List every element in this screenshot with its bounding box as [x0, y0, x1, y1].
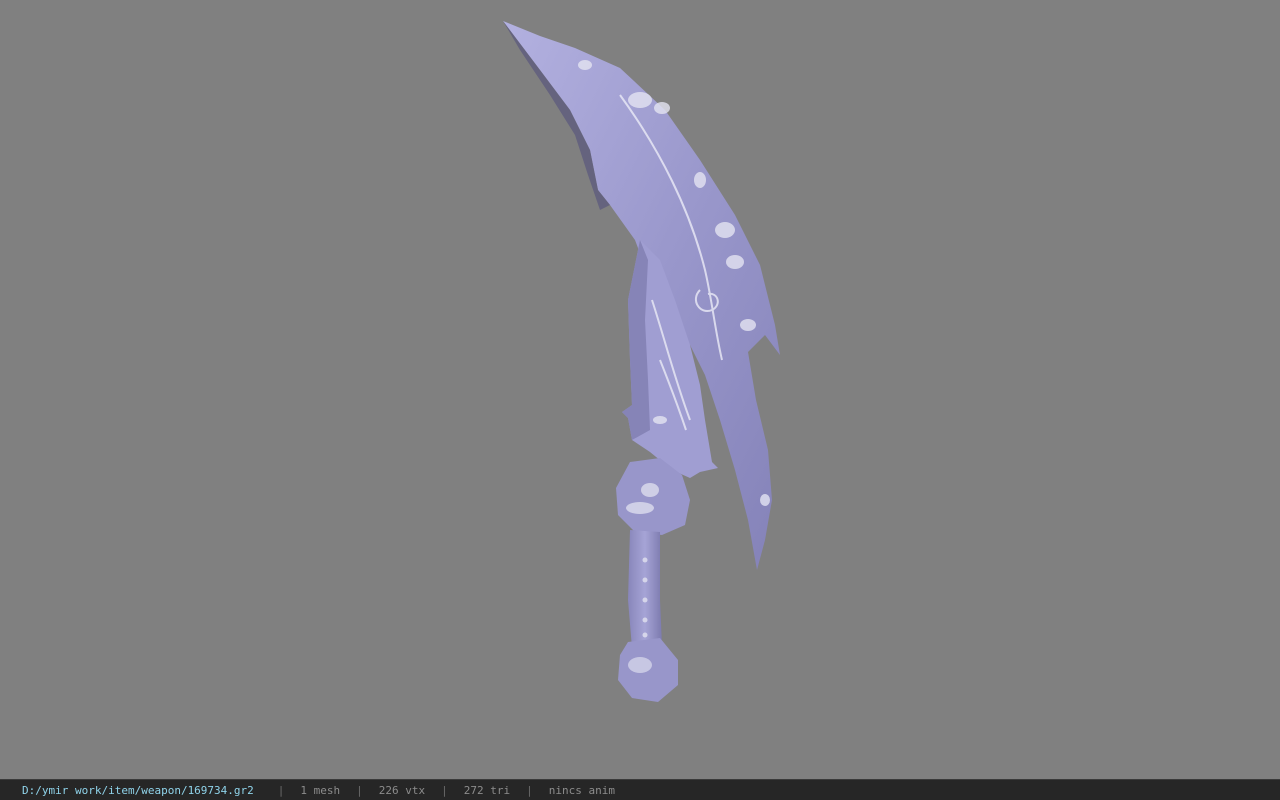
status-animation: nincs anim — [548, 783, 615, 797]
status-vertex-count: 226 vtx — [378, 783, 426, 797]
3d-viewport[interactable] — [0, 0, 1280, 779]
status-triangle-count: 272 tri — [463, 783, 511, 797]
status-separator: | — [356, 783, 363, 797]
status-separator: | — [441, 783, 448, 797]
weapon-model — [503, 21, 780, 702]
pommel-highlight — [628, 657, 652, 673]
handle — [628, 530, 662, 648]
status-bar: D:/ymir work/item/weapon/169734.gr2 | 1 … — [0, 779, 1280, 800]
status-separator: | — [277, 783, 285, 797]
status-separator: | — [526, 783, 533, 797]
status-mesh-count: 1 mesh — [300, 783, 341, 797]
blade-inner-shadow — [622, 240, 650, 440]
status-file-path: D:/ymir work/item/weapon/169734.gr2 — [22, 783, 254, 797]
